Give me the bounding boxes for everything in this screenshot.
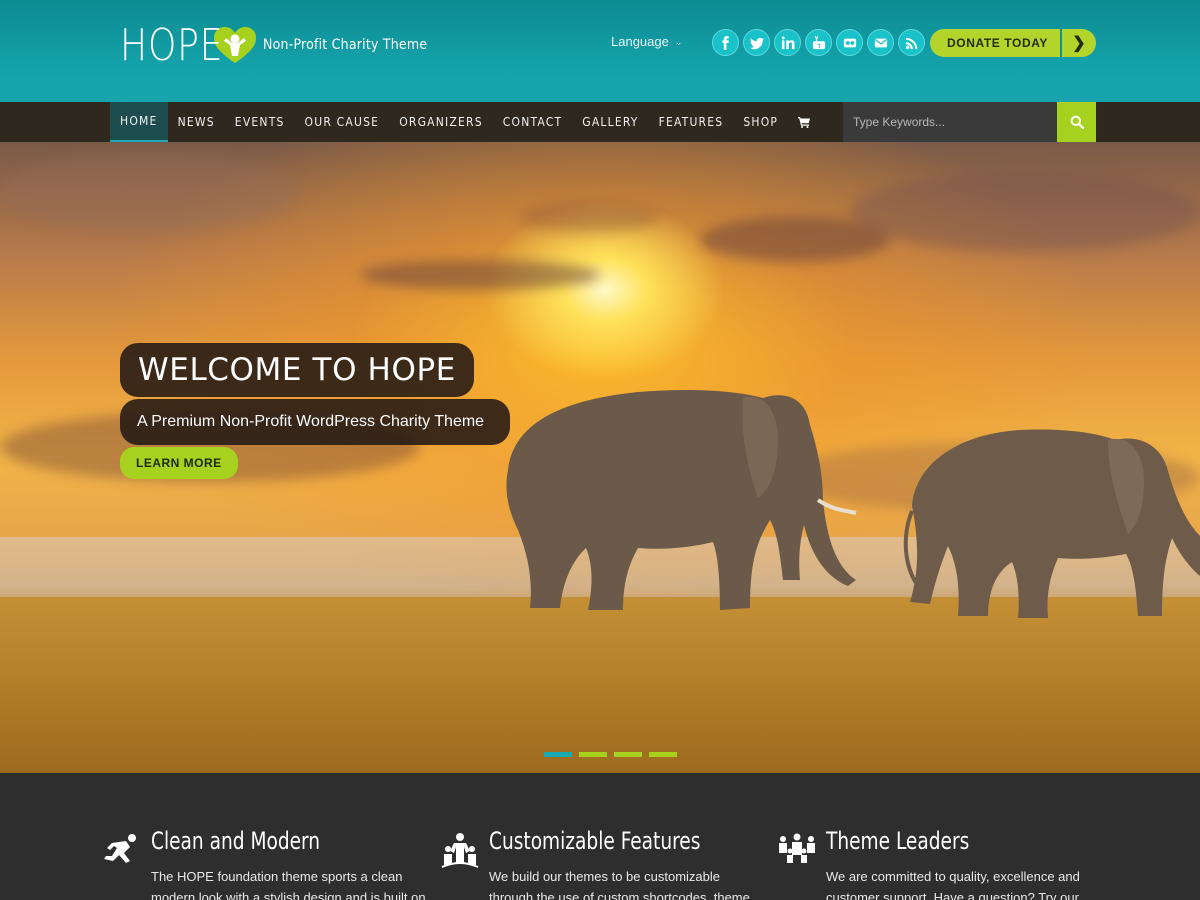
hero-cloud [520, 202, 660, 232]
feature-title: Customizable Features [489, 827, 701, 855]
running-person-icon [104, 834, 136, 863]
feature-title: Theme Leaders [826, 827, 970, 855]
donate-label: DONATE TODAY [930, 29, 1060, 57]
email-icon[interactable] [867, 29, 894, 56]
hero-cloud [0, 152, 300, 232]
nav-item-organizers[interactable]: ORGANIZERS [389, 102, 493, 142]
main-menu: HOME NEWS EVENTS OUR CAUSE ORGANIZERS CO… [110, 102, 816, 142]
language-selector[interactable]: Language ⌄ [611, 34, 682, 49]
nav-item-contact[interactable]: CONTACT [493, 102, 572, 142]
language-label: Language [611, 34, 669, 49]
feature-text: We are committed to quality, excellence … [826, 869, 1080, 900]
features-section: Clean and Modern The HOPE foundation the… [0, 773, 1200, 900]
chevron-down-icon: ⌄ [674, 37, 683, 47]
feature-text: The HOPE foundation theme sports a clean… [151, 869, 426, 900]
hero-title: WELCOME TO HOPE [120, 343, 474, 397]
linkedin-icon[interactable] [774, 29, 801, 56]
slider-dot[interactable] [649, 752, 677, 757]
nav-item-news[interactable]: NEWS [168, 102, 225, 142]
flickr-icon[interactable] [836, 29, 863, 56]
search-input[interactable] [843, 102, 1057, 142]
hero-subtitle: A Premium Non-Profit WordPress Charity T… [120, 399, 511, 445]
slider-dot[interactable] [579, 752, 607, 757]
group-people-icon [441, 833, 479, 868]
facebook-icon[interactable] [712, 29, 739, 56]
nav-item-events[interactable]: EVENTS [225, 102, 295, 142]
logo-text: HOPE [120, 19, 224, 71]
nav-item-features[interactable]: FEATURES [649, 102, 734, 142]
social-links [712, 29, 925, 56]
slider-dot[interactable] [614, 752, 642, 757]
site-logo[interactable]: HOPE [120, 19, 258, 71]
slider-pagination [544, 752, 677, 757]
hero-cloud [360, 260, 600, 290]
hero-grassland [0, 597, 1200, 773]
search-icon[interactable] [1057, 102, 1096, 142]
nav-item-home[interactable]: HOME [110, 102, 168, 142]
arrow-right-icon: ❯ [1060, 29, 1096, 57]
elephant-image [506, 390, 857, 610]
hero-slider: WELCOME TO HOPE A Premium Non-Profit Wor… [0, 142, 1200, 773]
slider-dot[interactable] [544, 752, 572, 757]
nav-item-shop[interactable]: SHOP [733, 102, 788, 142]
twitter-icon[interactable] [743, 29, 770, 56]
nav-item-our-cause[interactable]: OUR CAUSE [295, 102, 390, 142]
hero-cloud [850, 172, 1200, 252]
donate-button[interactable]: DONATE TODAY ❯ [930, 29, 1096, 57]
youtube-icon[interactable] [805, 29, 832, 56]
rss-icon[interactable] [898, 29, 925, 56]
nav-item-gallery[interactable]: GALLERY [572, 102, 648, 142]
elephant-image [903, 429, 1200, 618]
search-bar [843, 102, 1096, 142]
feature-title: Clean and Modern [151, 827, 321, 855]
site-header: HOPE Non-Profit Charity Theme Language ⌄ [0, 0, 1200, 102]
site-tagline: Non-Profit Charity Theme [263, 37, 428, 53]
learn-more-button[interactable]: LEARN MORE [120, 447, 238, 479]
cart-icon[interactable] [792, 102, 816, 142]
feature-text: We build our themes to be customizable t… [489, 869, 750, 900]
team-icon [779, 833, 815, 863]
